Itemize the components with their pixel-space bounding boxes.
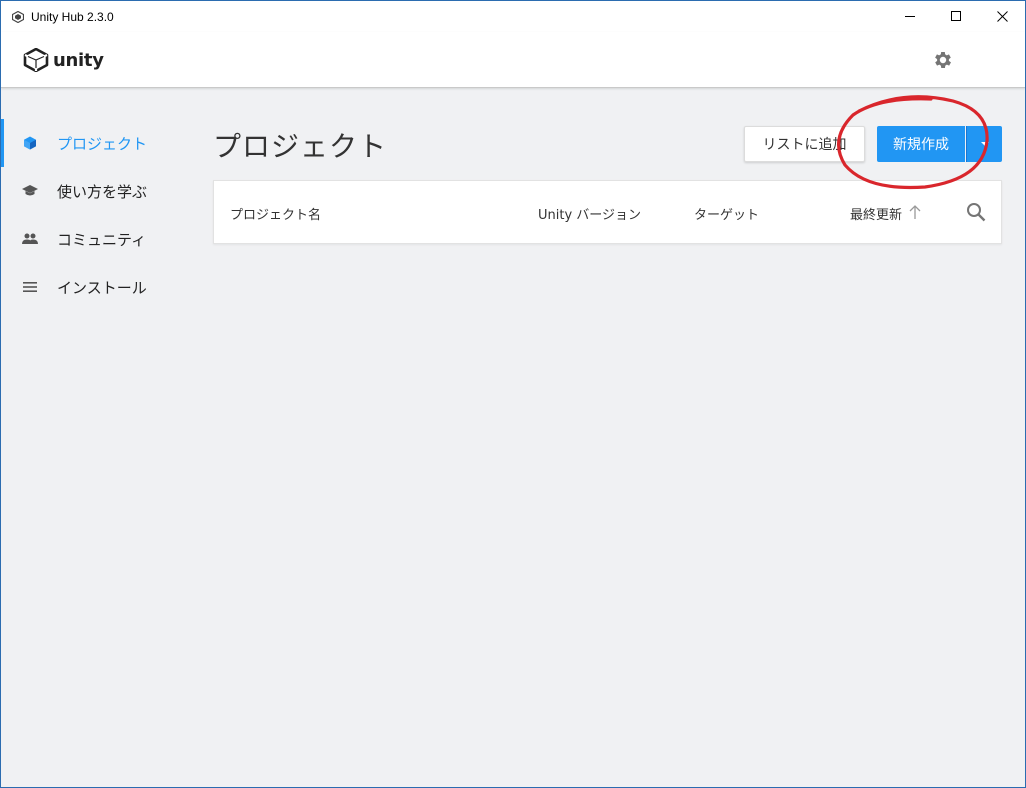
column-target[interactable]: ターゲット: [694, 204, 759, 223]
sidebar-item-installs[interactable]: インストール: [1, 263, 191, 311]
graduation-cap-icon: [22, 183, 38, 199]
maximize-button[interactable]: [933, 1, 979, 32]
minimize-button[interactable]: [887, 1, 933, 32]
sort-arrow-up-icon[interactable]: [908, 204, 922, 220]
window-controls: [887, 1, 1025, 32]
unity-app-icon: [12, 10, 24, 23]
column-last-modified[interactable]: 最終更新: [850, 204, 902, 223]
column-project-name[interactable]: プロジェクト名: [230, 204, 321, 223]
title-bar: Unity Hub 2.3.0: [1, 1, 1025, 32]
list-icon: [22, 279, 38, 295]
maximize-icon: [950, 11, 961, 21]
cube-icon: [22, 135, 38, 151]
minimize-icon: [904, 16, 915, 17]
sidebar-item-learn[interactable]: 使い方を学ぶ: [1, 167, 191, 215]
unity-hub-window: Unity Hub 2.3.0 unity プロジェクト 使い方を学ぶ コミュニ…: [0, 0, 1026, 788]
window-title: Unity Hub 2.3.0: [31, 9, 114, 24]
chevron-down-icon: [980, 142, 989, 146]
people-icon: [22, 231, 38, 247]
search-icon[interactable]: [966, 202, 986, 222]
new-project-button[interactable]: 新規作成: [877, 126, 965, 162]
unity-logo-icon: [23, 48, 49, 72]
column-unity-version[interactable]: Unity バージョン: [538, 204, 641, 223]
close-icon: [996, 11, 1008, 22]
page-title: プロジェクト: [213, 130, 388, 163]
new-project-dropdown-button[interactable]: [966, 126, 1002, 162]
sidebar-item-community[interactable]: コミュニティ: [1, 215, 191, 263]
sidebar-item-projects[interactable]: プロジェクト: [1, 119, 191, 167]
unity-logo: unity: [23, 47, 104, 73]
close-button[interactable]: [979, 1, 1025, 32]
projects-table-header: プロジェクト名 Unity バージョン ターゲット 最終更新: [213, 180, 1002, 244]
sidebar-item-label: コミュニティ: [57, 230, 147, 249]
sidebar: プロジェクト 使い方を学ぶ コミュニティ インストール: [1, 89, 191, 787]
add-to-list-button[interactable]: リストに追加: [744, 126, 865, 162]
sidebar-item-label: 使い方を学ぶ: [57, 182, 148, 201]
sidebar-item-label: インストール: [57, 278, 147, 297]
app-header: unity: [1, 32, 1025, 88]
settings-gear-icon[interactable]: [932, 49, 954, 71]
logo-text: unity: [53, 49, 104, 71]
sidebar-item-label: プロジェクト: [57, 134, 148, 153]
